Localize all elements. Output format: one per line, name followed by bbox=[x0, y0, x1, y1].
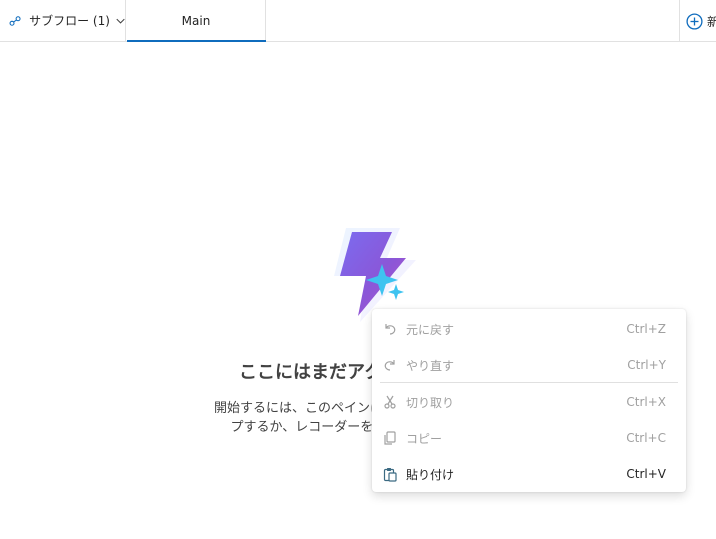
subflows-dropdown[interactable]: サブフロー (1) bbox=[0, 0, 126, 41]
menu-item-paste[interactable]: 貼り付け Ctrl+V bbox=[372, 456, 686, 492]
menu-item-label: 元に戻す bbox=[406, 322, 455, 337]
menu-item-label: やり直す bbox=[406, 358, 455, 373]
menu-item-label: コピー bbox=[406, 431, 443, 446]
subflow-icon bbox=[9, 15, 21, 26]
divider bbox=[679, 0, 680, 41]
context-menu: 元に戻す Ctrl+Z やり直す Ctrl+Y 切り取り Ctrl+X コピー … bbox=[372, 309, 686, 492]
menu-item-copy[interactable]: コピー Ctrl+C bbox=[372, 420, 686, 456]
menu-item-cut[interactable]: 切り取り Ctrl+X bbox=[372, 384, 686, 420]
new-subflow-button[interactable]: 新 bbox=[686, 11, 716, 31]
menu-item-shortcut: Ctrl+Z bbox=[626, 322, 666, 336]
menu-item-label: 貼り付け bbox=[406, 467, 455, 482]
tab-main-label: Main bbox=[181, 13, 211, 28]
add-circle-icon bbox=[686, 12, 703, 30]
menu-item-label: 切り取り bbox=[406, 395, 455, 410]
menu-item-shortcut: Ctrl+V bbox=[626, 467, 666, 481]
chevron-down-icon bbox=[116, 18, 125, 24]
subflows-label: サブフロー (1) bbox=[29, 14, 110, 28]
paste-icon bbox=[382, 466, 398, 482]
copy-icon bbox=[382, 430, 398, 446]
empty-state-description-line-1: 開始するには、このペインにア bbox=[214, 401, 397, 416]
menu-item-shortcut: Ctrl+C bbox=[626, 431, 666, 445]
menu-item-redo[interactable]: やり直す Ctrl+Y bbox=[372, 347, 686, 383]
undo-icon bbox=[382, 321, 398, 337]
menu-item-shortcut: Ctrl+Y bbox=[627, 358, 666, 372]
menu-item-shortcut: Ctrl+X bbox=[626, 395, 666, 409]
top-bar: サブフロー (1) Main 新 bbox=[0, 0, 716, 42]
redo-icon bbox=[382, 357, 398, 373]
new-subflow-label: 新 bbox=[707, 14, 716, 29]
active-tab-indicator bbox=[127, 40, 266, 42]
cut-icon bbox=[382, 394, 398, 410]
tab-main[interactable]: Main bbox=[127, 0, 266, 42]
menu-item-undo[interactable]: 元に戻す Ctrl+Z bbox=[372, 311, 686, 347]
menu-divider bbox=[380, 382, 678, 383]
